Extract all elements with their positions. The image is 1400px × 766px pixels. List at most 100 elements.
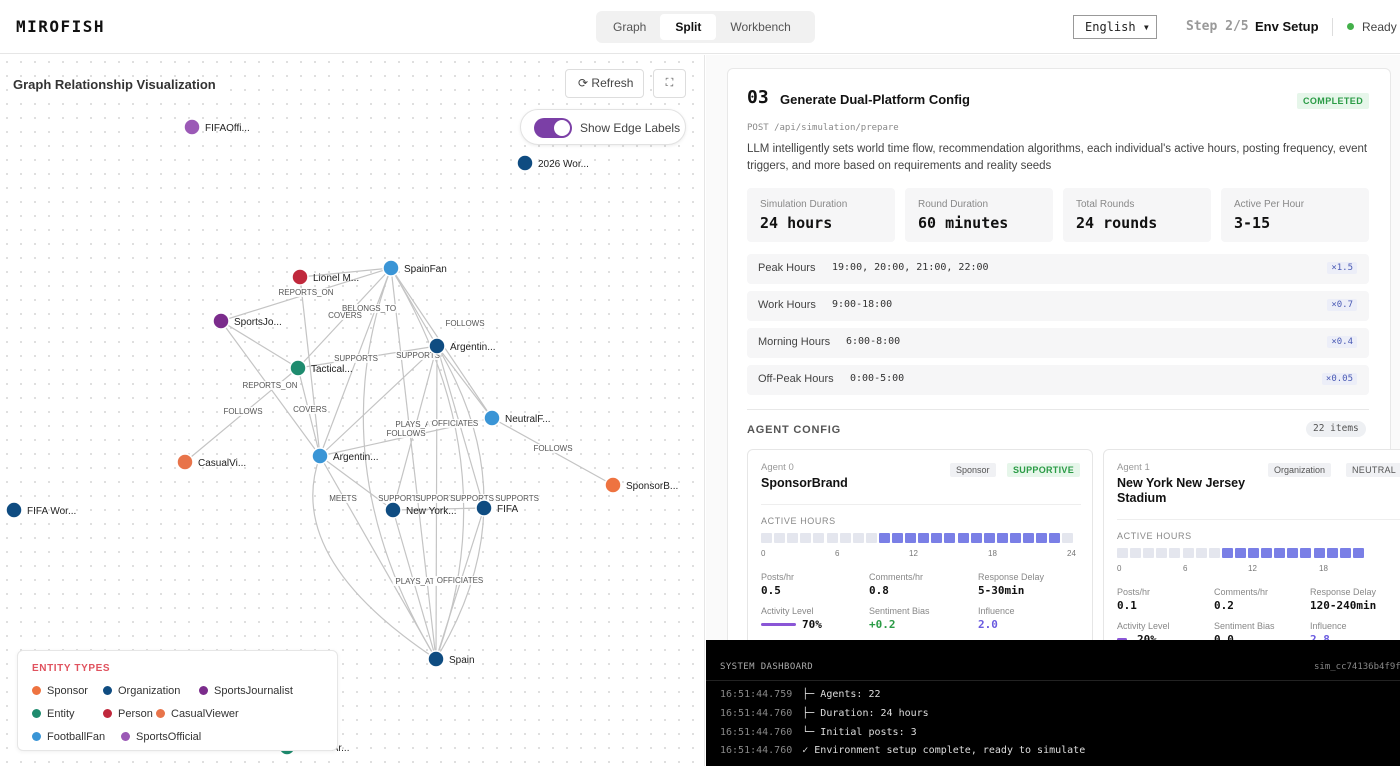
legend-dot-icon (32, 709, 41, 718)
stat-label: Round Duration (918, 199, 989, 210)
metric-label: Comments/hr (1214, 587, 1269, 597)
hour-cell (996, 533, 1008, 543)
graph-node[interactable] (311, 447, 329, 465)
hour-cell (1143, 548, 1155, 558)
graph-node[interactable] (5, 501, 23, 519)
graph-node[interactable] (183, 118, 201, 136)
legend-label: CasualViewer (171, 708, 239, 720)
hour-cell (1130, 548, 1142, 558)
agent-stance-tag: NEUTRAL (1346, 463, 1400, 477)
edge-label: REPORTS_ON (279, 288, 334, 297)
hour-tick: 0 (1117, 564, 1122, 573)
legend-item: SportsOfficial (121, 730, 201, 744)
graph-edge (220, 320, 299, 369)
section-divider (747, 409, 1369, 410)
stat-value: 60 minutes (918, 214, 1009, 232)
graph-node-label: Spain (449, 655, 475, 666)
language-select[interactable]: English ▾ (1073, 15, 1157, 39)
metric-value: 0.5 (761, 584, 781, 597)
legend-item: Entity (32, 707, 75, 721)
graph-edge (390, 267, 437, 660)
items-count-badge: 22 items (1306, 421, 1366, 437)
legend-item: CasualViewer (156, 707, 239, 721)
edge-label: COVERS (293, 405, 327, 414)
hour-cell (1009, 533, 1021, 543)
hour-tick: 6 (1183, 564, 1188, 573)
graph-node-label: SportsJo... (234, 317, 282, 328)
log-message: ├─ Duration: 24 hours (802, 708, 929, 719)
top-header: MIROFISH Graph Split Workbench English ▾… (0, 0, 1400, 54)
graph-node[interactable] (483, 409, 501, 427)
agent-name: SponsorBrand (761, 476, 848, 490)
legend-label: SportsJournalist (214, 685, 293, 697)
graph-node-label: New York... (406, 506, 457, 517)
step-number: 03 (747, 87, 769, 108)
graph-node[interactable] (427, 650, 445, 668)
graph-node[interactable] (212, 312, 230, 330)
period-multiplier: ×0.4 (1327, 336, 1357, 348)
agent-divider (761, 504, 1081, 505)
graph-edge (436, 345, 493, 419)
edge-label-toggle[interactable]: Show Edge Labels (520, 109, 686, 145)
refresh-button[interactable]: ⟳ Refresh (565, 69, 644, 98)
hour-cell (865, 533, 877, 543)
graph-node-label: FIFAOffi... (205, 123, 250, 134)
log-message: ✓ Environment setup complete, ready to s… (802, 745, 1086, 756)
period-multiplier: ×1.5 (1327, 262, 1357, 274)
agent-card[interactable]: Agent 1 New York New Jersey Stadium Orga… (1103, 449, 1400, 659)
hour-cell (1234, 548, 1246, 558)
legend-label: Sponsor (47, 685, 88, 697)
hour-cell (839, 533, 851, 543)
metric-value: 120-240min (1310, 599, 1377, 612)
view-tab-split[interactable]: Split (660, 14, 717, 40)
graph-node-label: 2026 Wor... (538, 159, 589, 170)
edge-label: FOLLOWS (386, 429, 425, 438)
view-tab-workbench[interactable]: Workbench (716, 14, 804, 40)
legend-label: FootballFan (47, 731, 106, 743)
graph-node[interactable] (384, 501, 402, 519)
hour-cell (774, 533, 786, 543)
graph-node[interactable] (604, 476, 622, 494)
graph-node[interactable] (289, 359, 307, 377)
fullscreen-button[interactable]: ⛶ (653, 69, 686, 98)
fullscreen-icon: ⛶ (665, 77, 674, 89)
period-multiplier: ×0.7 (1327, 299, 1357, 311)
graph-node-label: Tactical... (311, 364, 353, 375)
metric-label: Activity Level (761, 606, 814, 616)
log-line: 16:51:44.760 ├─ Duration: 24 hours (720, 708, 929, 719)
log-timestamp: 16:51:44.760 (720, 745, 793, 756)
hour-cell (905, 533, 917, 543)
graph-node[interactable] (176, 453, 194, 471)
legend-label: Person (118, 708, 153, 720)
hour-cell (787, 533, 799, 543)
agent-card[interactable]: Agent 0 SponsorBrand Sponsor SUPPORTIVE … (747, 449, 1093, 659)
graph-node[interactable] (382, 259, 400, 277)
legend-item: Sponsor (32, 684, 88, 698)
edge-label: REPORTS_ON (243, 381, 298, 390)
period-work-hours: Work Hours 9:00-18:00 ×0.7 (747, 291, 1369, 321)
legend-title: ENTITY TYPES (32, 663, 111, 674)
edge-label: FOLLOWS (223, 407, 262, 416)
graph-node[interactable] (291, 268, 309, 286)
log-message: ├─ Agents: 22 (802, 689, 881, 700)
hour-tick: 6 (835, 549, 840, 558)
hour-cell (1326, 548, 1338, 558)
stat-value: 3-15 (1234, 214, 1271, 232)
graph-node[interactable] (428, 337, 446, 355)
hour-tick: 12 (1248, 564, 1257, 573)
edge-label: SUPPORTS (495, 494, 539, 503)
toggle-switch[interactable] (534, 118, 572, 138)
graph-node[interactable] (475, 499, 493, 517)
view-tab-graph[interactable]: Graph (599, 14, 660, 40)
legend-item: FootballFan (32, 730, 105, 744)
edge-label: OFFICIATES (437, 576, 484, 585)
graph-node[interactable] (516, 154, 534, 172)
graph-title: Graph Relationship Visualization (13, 77, 220, 92)
log-line: 16:51:44.760 ✓ Environment setup complete… (720, 745, 1085, 756)
stat-label: Active Per Hour (1234, 199, 1305, 210)
hour-cell (1221, 548, 1233, 558)
legend-label: Organization (118, 685, 181, 697)
period-name: Peak Hours (758, 262, 816, 274)
period-off-peak-hours: Off-Peak Hours 0:00-5:00 ×0.05 (747, 365, 1369, 395)
metric-label: Response Delay (978, 572, 1045, 582)
